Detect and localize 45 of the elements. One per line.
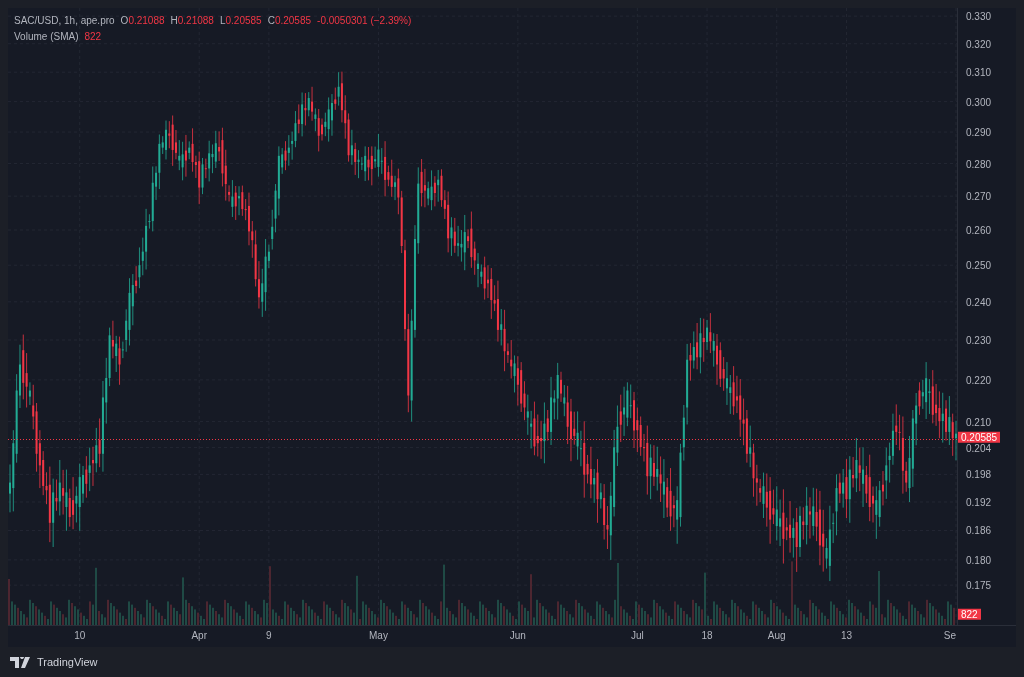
price-tick: 0.300 [966, 96, 992, 108]
volume-label: Volume (SMA) [14, 30, 79, 44]
brand-name: TradingView [37, 656, 98, 668]
price-tick: 0.230 [966, 334, 992, 346]
time-tick: Jul [630, 630, 644, 641]
time-tick: 10 [74, 630, 86, 641]
price-tick: 0.180 [966, 554, 992, 566]
ohlc-key: C [267, 13, 275, 29]
price-tick: 0.210 [966, 416, 992, 428]
time-tick: 9 [266, 630, 272, 641]
price-tick: 0.192 [966, 496, 992, 508]
last-price-badge: 0.20585 [958, 431, 1001, 443]
change-value: -0.0050301 (−2.39%) [317, 14, 412, 28]
price-tick: 0.175 [966, 579, 992, 591]
time-tick: 13 [840, 630, 852, 641]
price-tick: 0.330 [966, 10, 992, 22]
price-tick: 0.186 [966, 524, 992, 536]
volume-value: 822 [84, 30, 102, 44]
price-tick: 0.220 [966, 374, 992, 386]
price-tick: 0.270 [966, 190, 992, 202]
price-tick: 0.260 [966, 224, 992, 236]
time-tick: Aug [767, 630, 786, 641]
ohlc-value: 0.20585 [274, 14, 312, 28]
price-tick: 0.280 [966, 158, 992, 169]
ohlc-value: 0.21088 [177, 14, 214, 28]
ohlc-key: O [120, 13, 129, 29]
price-tick: 0.204 [966, 442, 992, 454]
volume-badge: 822 [958, 608, 981, 620]
ohlc-key: H [170, 13, 178, 29]
price-tick: 0.310 [966, 66, 992, 78]
time-tick: Jun [509, 630, 526, 641]
ohlc-value: 0.21088 [128, 14, 165, 28]
time-tick: May [369, 630, 388, 641]
tradingview-logo-icon [10, 656, 32, 668]
ohlc-value: 0.20585 [225, 14, 262, 28]
price-tick: 0.198 [966, 468, 992, 480]
symbol-label: SAC/USD, 1h, ape.pro [14, 14, 115, 28]
time-tick: Apr [191, 630, 207, 641]
price-tick: 0.290 [966, 126, 992, 138]
ohlc-key: L [219, 13, 226, 29]
time-tick: 18 [701, 630, 713, 641]
time-tick: Se [943, 630, 956, 641]
price-tick: 0.240 [966, 296, 992, 308]
price-tick: 0.320 [966, 38, 992, 50]
price-tick: 0.250 [966, 259, 992, 271]
